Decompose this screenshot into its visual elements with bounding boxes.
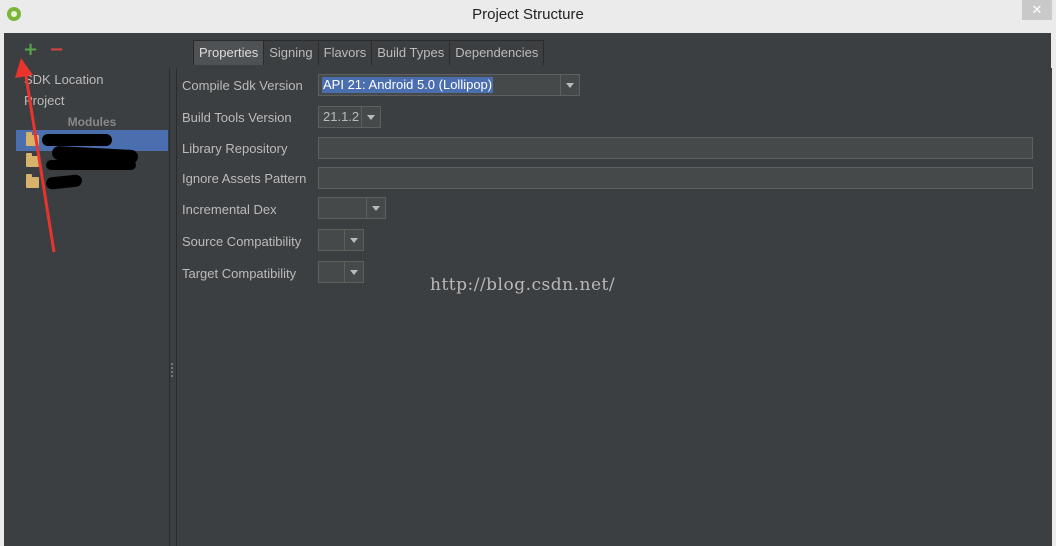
sidebar-item-project[interactable]: Project <box>24 91 64 111</box>
library-repository-input[interactable] <box>318 137 1033 159</box>
source-compatibility-label: Source Compatibility <box>182 234 302 249</box>
watermark-url: http://blog.csdn.net/ <box>430 275 616 295</box>
tab-properties[interactable]: Properties <box>193 40 265 65</box>
redaction-mark <box>46 160 136 170</box>
close-button[interactable]: ✕ <box>1022 0 1052 20</box>
target-compatibility-label: Target Compatibility <box>182 266 297 281</box>
compile-sdk-value: API 21: Android 5.0 (Lollipop) <box>322 77 494 93</box>
target-compatibility-dropdown[interactable] <box>318 261 364 283</box>
chevron-down-icon[interactable] <box>344 230 363 250</box>
incremental-dex-label: Incremental Dex <box>182 202 277 217</box>
sidebar-item-sdk-location[interactable]: SDK Location <box>24 70 104 90</box>
compile-sdk-label: Compile Sdk Version <box>182 78 303 93</box>
build-tools-label: Build Tools Version <box>182 110 292 125</box>
tab-bar: Properties Signing Flavors Build Types D… <box>193 40 545 65</box>
incremental-dex-dropdown[interactable] <box>318 197 386 219</box>
sidebar: SDK Location Project Modules <box>16 68 170 546</box>
library-repository-label: Library Repository <box>182 141 288 156</box>
tab-dependencies[interactable]: Dependencies <box>449 40 545 65</box>
ignore-assets-input[interactable] <box>318 167 1033 189</box>
chevron-down-icon[interactable] <box>366 198 385 218</box>
redaction-mark <box>42 134 112 146</box>
remove-module-button[interactable]: − <box>49 41 64 59</box>
module-folder-icon <box>26 132 39 146</box>
title-bar: Project Structure ✕ <box>0 0 1056 33</box>
ignore-assets-label: Ignore Assets Pattern <box>182 171 307 186</box>
chevron-down-icon[interactable] <box>361 107 380 127</box>
build-tools-dropdown[interactable]: 21.1.2 <box>318 106 381 128</box>
chevron-down-icon[interactable] <box>560 75 579 95</box>
tab-flavors[interactable]: Flavors <box>317 40 373 65</box>
module-folder-icon <box>26 153 39 167</box>
window-title: Project Structure <box>472 6 584 23</box>
compile-sdk-dropdown[interactable]: API 21: Android 5.0 (Lollipop) <box>318 74 580 96</box>
source-compatibility-dropdown[interactable] <box>318 229 364 251</box>
module-folder-icon <box>26 174 39 188</box>
build-tools-value: 21.1.2 <box>323 109 360 124</box>
add-module-button[interactable]: + <box>23 41 38 59</box>
tab-build-types[interactable]: Build Types <box>371 40 451 65</box>
tab-signing[interactable]: Signing <box>263 40 319 65</box>
chevron-down-icon[interactable] <box>344 262 363 282</box>
module-item[interactable] <box>16 172 168 193</box>
